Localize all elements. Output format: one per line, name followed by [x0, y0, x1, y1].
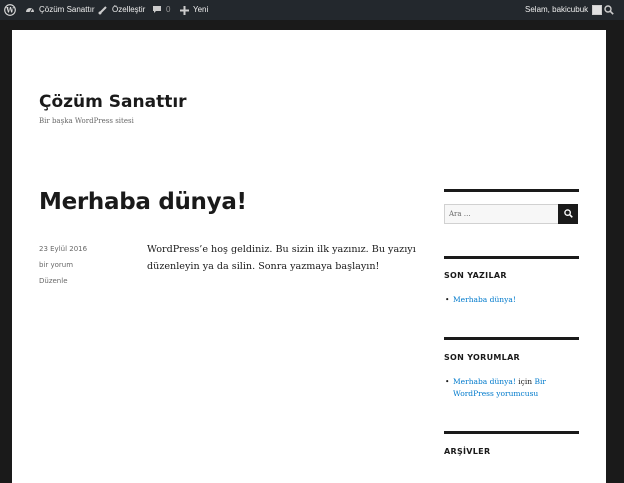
- site-name-menu[interactable]: Çözüm Sanattır: [25, 0, 95, 20]
- comments-count: 0: [166, 5, 171, 14]
- archives-title: ARŞİVLER: [444, 447, 491, 456]
- customize-label: Özelleştir: [112, 5, 146, 14]
- brush-icon: [98, 5, 108, 15]
- recent-comment-item: Merhaba dünya! için Bir WordPress yorumc…: [445, 376, 578, 400]
- recent-post-link[interactable]: Merhaba dünya!: [453, 295, 516, 304]
- customize-menu[interactable]: Özelleştir: [98, 0, 145, 20]
- plus-icon: [180, 5, 189, 15]
- greeting-label: Selam, bakicubuk: [525, 5, 589, 14]
- recent-posts-title: SON YAZILAR: [444, 271, 507, 280]
- site-name-label: Çözüm Sanattır: [39, 5, 95, 14]
- search-icon: [563, 205, 573, 223]
- post-content: WordPress’e hoş geldiniz. Bu sizin ilk y…: [147, 244, 416, 272]
- my-account-menu[interactable]: Selam, bakicubuk: [525, 0, 603, 20]
- post-edit-link[interactable]: Düzenle: [39, 277, 68, 285]
- post-comments-link[interactable]: bir yorum: [39, 261, 73, 269]
- comments-menu[interactable]: 0: [152, 0, 170, 20]
- post-date-link[interactable]: 23 Eylül 2016: [39, 245, 87, 253]
- admin-bar: W Çözüm Sanattır Özelleştir 0 Yeni Selam…: [0, 0, 624, 20]
- avatar: [592, 5, 603, 15]
- new-label: Yeni: [193, 5, 209, 14]
- recent-comment-connector: için: [515, 377, 535, 386]
- admin-search-button[interactable]: [604, 0, 614, 20]
- search-button[interactable]: [558, 204, 578, 224]
- new-content-menu[interactable]: Yeni: [180, 0, 208, 20]
- wordpress-icon: W: [4, 4, 16, 16]
- search-icon: [604, 5, 614, 15]
- page-content: Çözüm Sanattır Bir başka WordPress sites…: [12, 30, 606, 483]
- widget-divider: [444, 256, 579, 259]
- widget-divider: [444, 431, 579, 434]
- site-title[interactable]: Çözüm Sanattır: [39, 92, 187, 112]
- recent-post-item: Merhaba dünya!: [445, 294, 578, 306]
- wordpress-logo-button[interactable]: W: [4, 0, 16, 20]
- svg-text:W: W: [5, 5, 14, 14]
- recent-comment-post-link[interactable]: Merhaba dünya!: [453, 377, 516, 386]
- dashboard-icon: [25, 5, 35, 15]
- search-input[interactable]: Ara …: [444, 204, 559, 224]
- widget-divider: [444, 337, 579, 340]
- recent-comments-title: SON YORUMLAR: [444, 353, 521, 362]
- comment-bubble-icon: [152, 5, 162, 15]
- post-title[interactable]: Merhaba dünya!: [39, 189, 247, 215]
- site-description: Bir başka WordPress sitesi: [39, 117, 134, 125]
- widget-divider: [444, 189, 579, 192]
